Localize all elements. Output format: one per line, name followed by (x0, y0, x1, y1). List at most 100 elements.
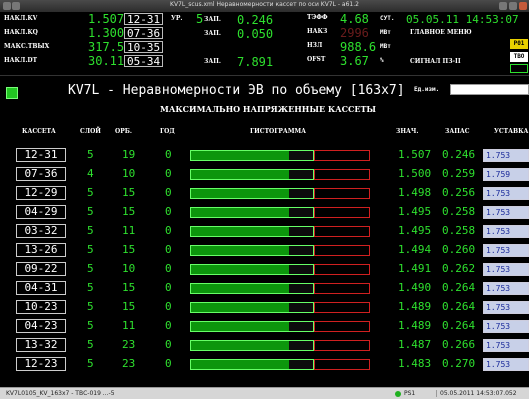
unit-nakz: МВт (380, 29, 391, 36)
table-row[interactable]: 09-22 5 10 0 1.491 0.262 1.753 (0, 260, 529, 278)
sloy-cell: 5 (87, 224, 94, 237)
god-cell: 0 (165, 319, 172, 332)
sloy-cell: 5 (87, 357, 94, 370)
orb-cell: 15 (122, 281, 136, 294)
kasseta-kv[interactable]: 12-31 (124, 13, 164, 25)
units-input[interactable] (450, 84, 529, 95)
ustavka-cell[interactable]: 1.759 (483, 168, 529, 181)
sloy-cell: 5 (87, 148, 94, 161)
zapas-cell: 0.260 (442, 243, 476, 256)
histogram-bar-red (314, 264, 370, 275)
table-row[interactable]: 12-29 5 15 0 1.498 0.256 1.753 (0, 184, 529, 202)
kasseta-cell[interactable]: 12-31 (16, 148, 66, 162)
orb-cell: 19 (122, 148, 136, 161)
kasseta-cell[interactable]: 07-36 (16, 167, 66, 181)
value-zap-2: 0.050 (237, 27, 274, 41)
minimize-icon[interactable] (499, 2, 507, 10)
label-maks-tvyh: МАКС.ТВЫХ (4, 43, 50, 50)
histogram-bar-fill (289, 151, 313, 160)
histogram-bar-green (190, 188, 314, 199)
unit-nzl: МВт (380, 43, 391, 50)
label-uroven: УР. (171, 15, 183, 22)
ustavka-cell[interactable]: 1.753 (483, 301, 529, 314)
ustavka-cell[interactable]: 1.753 (483, 263, 529, 276)
sloy-cell: 5 (87, 186, 94, 199)
ustavka-cell[interactable]: 1.753 (483, 206, 529, 219)
histogram-bar-red (314, 245, 370, 256)
table-row[interactable]: 04-31 5 15 0 1.490 0.264 1.753 (0, 279, 529, 297)
table-row[interactable]: 03-32 5 11 0 1.495 0.258 1.753 (0, 222, 529, 240)
zapas-cell: 0.258 (442, 224, 476, 237)
orb-cell: 15 (122, 186, 136, 199)
ustavka-cell[interactable]: 1.753 (483, 225, 529, 238)
ustavka-cell[interactable]: 1.753 (483, 358, 529, 371)
histogram-bar-green (190, 302, 314, 313)
zapas-cell: 0.246 (442, 148, 476, 161)
table-row[interactable]: 13-26 5 15 0 1.494 0.260 1.753 (0, 241, 529, 259)
znach-cell: 1.490 (398, 281, 432, 294)
kasseta-cell[interactable]: 03-32 (16, 224, 66, 238)
god-cell: 0 (165, 167, 172, 180)
kasseta-dt[interactable]: 05-34 (124, 55, 164, 67)
value-teff: 4.68 (340, 12, 369, 26)
zapas-cell: 0.264 (442, 300, 476, 313)
window-titlebar: KV7L_scus.xml Неравномерности кассет по … (0, 0, 529, 12)
close-icon[interactable] (519, 2, 527, 10)
ustavka-cell[interactable]: 1.753 (483, 149, 529, 162)
table-row[interactable]: 12-31 5 19 0 1.507 0.246 1.753 (0, 146, 529, 164)
kasseta-cell[interactable]: 04-29 (16, 205, 66, 219)
kasseta-cell[interactable]: 04-23 (16, 319, 66, 333)
histogram-bar-fill (289, 208, 313, 217)
znach-cell: 1.500 (398, 167, 432, 180)
ustavka-cell[interactable]: 1.753 (483, 282, 529, 295)
value-kv: 1.507 (88, 12, 125, 26)
ustavka-cell[interactable]: 1.753 (483, 320, 529, 333)
znach-cell: 1.489 (398, 319, 432, 332)
col-ustavka: УСТАВКА (494, 128, 529, 135)
kasseta-cell[interactable]: 04-31 (16, 281, 66, 295)
maximize-icon[interactable] (509, 2, 517, 10)
znach-cell: 1.495 (398, 224, 432, 237)
histogram-bar-green (190, 150, 314, 161)
zapas-cell: 0.256 (442, 186, 476, 199)
kasseta-cell[interactable]: 13-26 (16, 243, 66, 257)
tvo-button[interactable]: ТВО (510, 52, 528, 62)
kasseta-cell[interactable]: 13-32 (16, 338, 66, 352)
label-zap-2: ЗАП. (204, 30, 221, 37)
signal-indicator (510, 64, 528, 73)
histogram-bar-red (314, 150, 370, 161)
zapas-cell: 0.266 (442, 338, 476, 351)
kasseta-kq[interactable]: 07-36 (124, 27, 164, 39)
window-title: KV7L_scus.xml Неравномерности кассет по … (170, 1, 359, 8)
table-row[interactable]: 07-36 4 10 0 1.500 0.259 1.759 (0, 165, 529, 183)
histogram-bar-fill (289, 360, 313, 369)
kasseta-cell[interactable]: 12-29 (16, 186, 66, 200)
znach-cell: 1.487 (398, 338, 432, 351)
table-row[interactable]: 10-23 5 15 0 1.489 0.264 1.753 (0, 298, 529, 316)
table-row[interactable]: 04-23 5 11 0 1.489 0.264 1.753 (0, 317, 529, 335)
table-row[interactable]: 13-32 5 23 0 1.487 0.266 1.753 (0, 336, 529, 354)
table-row[interactable]: 12-23 5 23 0 1.483 0.270 1.753 (0, 355, 529, 373)
ustavka-cell[interactable]: 1.753 (483, 244, 529, 257)
orb-cell: 15 (122, 205, 136, 218)
znach-cell: 1.491 (398, 262, 432, 275)
table-row[interactable]: 04-29 5 15 0 1.495 0.258 1.753 (0, 203, 529, 221)
kasseta-cell[interactable]: 12-23 (16, 357, 66, 371)
parameter-panel: НАКЛ.KV НАКЛ.KQ МАКС.ТВЫХ НАКЛ.DT 1.507 … (0, 12, 529, 76)
kasseta-cell[interactable]: 09-22 (16, 262, 66, 276)
zapas-cell: 0.264 (442, 319, 476, 332)
histogram-bar-red (314, 340, 370, 351)
p01-button[interactable]: P01 (510, 39, 528, 49)
kasseta-cell[interactable]: 10-23 (16, 300, 66, 314)
ustavka-cell[interactable]: 1.753 (483, 339, 529, 352)
znach-cell: 1.494 (398, 243, 432, 256)
histogram-bar-red (314, 359, 370, 370)
ustavka-cell[interactable]: 1.753 (483, 187, 529, 200)
kasseta-tvyh[interactable]: 10-35 (124, 41, 164, 53)
god-cell: 0 (165, 224, 172, 237)
histogram-bar-green (190, 245, 314, 256)
status-left: KV7L0105_KV_163x7 - ТВС-019 ...-5 (6, 390, 115, 397)
sloy-cell: 5 (87, 262, 94, 275)
main-menu-link[interactable]: ГЛАВНОЕ МЕНЮ (410, 29, 472, 36)
connection-icon (395, 391, 401, 397)
